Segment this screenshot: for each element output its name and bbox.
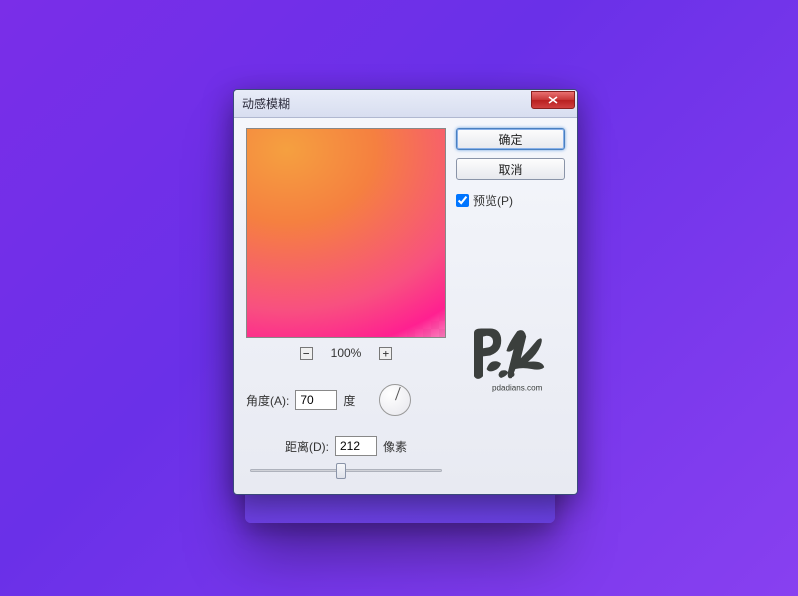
distance-label: 距离(D): [285, 438, 329, 455]
close-button[interactable] [531, 91, 575, 109]
preview-label: 预览(P) [473, 192, 513, 209]
distance-slider[interactable] [250, 462, 442, 478]
cancel-button[interactable]: 取消 [456, 158, 565, 180]
distance-unit: 像素 [383, 438, 407, 455]
preview-gradient [247, 129, 445, 337]
distance-input[interactable] [335, 436, 377, 456]
angle-label: 角度(A): [246, 392, 289, 409]
zoom-level: 100% [331, 346, 362, 360]
angle-input[interactable] [295, 390, 337, 410]
slider-thumb[interactable] [336, 463, 346, 479]
close-icon [548, 96, 558, 104]
preview-checkbox[interactable] [456, 194, 469, 207]
dialog-title: 动感模糊 [242, 95, 531, 112]
ok-button[interactable]: 确定 [456, 128, 565, 150]
zoom-in-button[interactable]: + [379, 347, 392, 360]
angle-dial[interactable] [379, 384, 411, 416]
titlebar[interactable]: 动感模糊 [234, 90, 577, 118]
motion-blur-dialog: 动感模糊 − 100% + 角度(A): 度 [233, 89, 578, 495]
preview-canvas[interactable] [246, 128, 446, 338]
plus-icon: + [383, 348, 390, 359]
zoom-out-button[interactable]: − [300, 347, 313, 360]
minus-icon: − [303, 348, 310, 359]
angle-unit: 度 [343, 392, 355, 409]
slider-rail [250, 469, 442, 472]
preview-toggle[interactable]: 预览(P) [456, 192, 565, 209]
